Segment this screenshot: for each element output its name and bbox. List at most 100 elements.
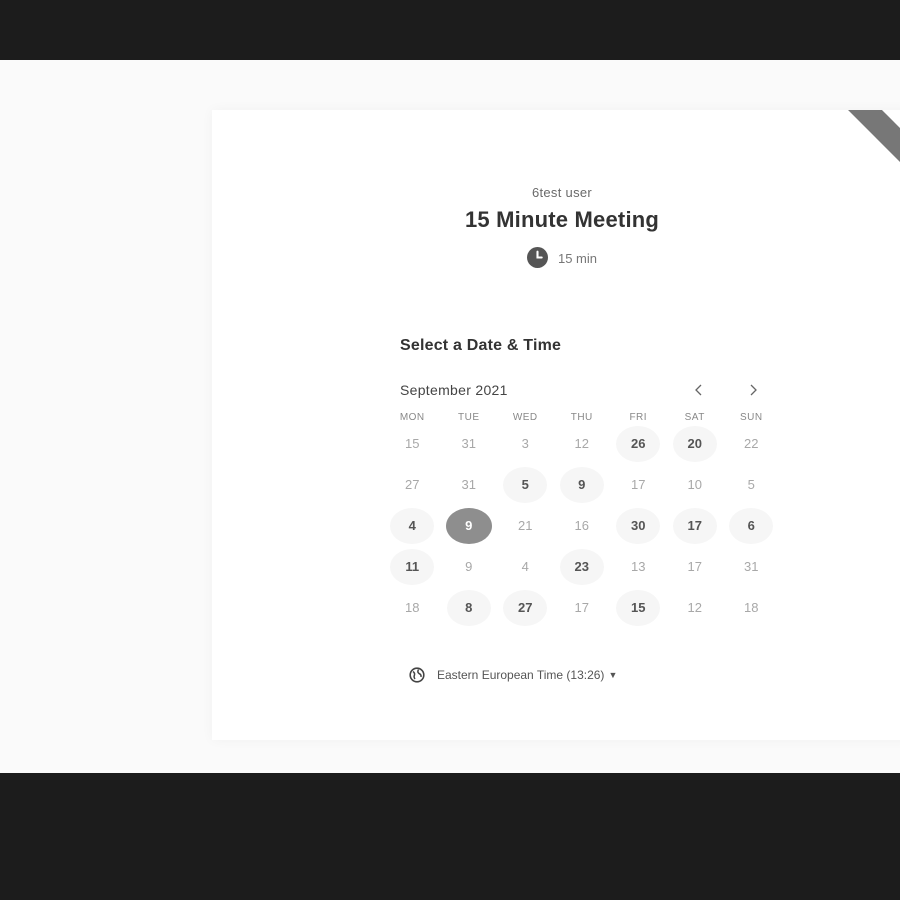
booking-page: 6test user 15 Minute Meeting 15 min Sele… [0, 60, 900, 773]
globe-icon [409, 667, 425, 683]
date-number: 4 [390, 507, 435, 544]
unavailable-date: 12 [667, 587, 724, 628]
date-number: 9 [445, 507, 492, 544]
ribbon-band [838, 110, 900, 172]
date-number: 5 [747, 477, 755, 492]
date-number: 18 [744, 600, 759, 615]
clock-icon [526, 247, 548, 268]
date-number: 17 [687, 559, 702, 574]
available-date[interactable]: 5 [497, 464, 554, 505]
unavailable-date: 31 [441, 464, 498, 505]
date-number: 30 [616, 507, 661, 544]
available-date[interactable]: 23 [554, 546, 611, 587]
corner-ribbon[interactable] [838, 110, 900, 172]
available-date[interactable]: 11 [384, 546, 441, 587]
month-nav-buttons [688, 379, 764, 401]
date-number: 27 [503, 589, 548, 626]
date-number: 31 [461, 477, 476, 492]
unavailable-date: 10 [667, 464, 724, 505]
available-date[interactable]: 8 [441, 587, 498, 628]
available-date[interactable]: 30 [610, 505, 667, 546]
unavailable-date: 12 [554, 423, 611, 464]
weekday-fri: FRI [629, 412, 648, 423]
chevron-left-icon [695, 384, 702, 396]
available-date[interactable]: 17 [667, 505, 724, 546]
weekday-mon: MON [399, 412, 425, 423]
calendar-week: 27 31 5 9 17 10 5 [384, 464, 780, 505]
calendar-week: 15 31 3 12 26 20 22 [384, 423, 780, 464]
unavailable-date: 17 [667, 546, 724, 587]
date-number: 16 [574, 518, 589, 533]
calendar-weeks: 15 31 3 12 26 20 22 27 31 5 9 17 10 5 4 9 21 16 30 17 6 11 9 4 2… [384, 423, 780, 628]
weekday-header: MON TUE WED THU FRI SAT SUN [384, 412, 780, 423]
date-number: 12 [574, 436, 589, 451]
available-date[interactable]: 27 [497, 587, 554, 628]
unavailable-date: 5 [723, 464, 780, 505]
date-number: 31 [461, 436, 476, 451]
date-number: 22 [744, 436, 759, 451]
unavailable-date: 22 [723, 423, 780, 464]
unavailable-date: 17 [554, 587, 611, 628]
date-number: 10 [687, 477, 702, 492]
unavailable-date: 16 [554, 505, 611, 546]
available-date[interactable]: 26 [610, 423, 667, 464]
date-number: 27 [405, 477, 420, 492]
caret-down-icon: ▼ [608, 670, 618, 680]
unavailable-date: 21 [497, 505, 554, 546]
date-number: 6 [729, 507, 774, 544]
date-number: 15 [616, 589, 661, 626]
date-number: 3 [521, 436, 529, 451]
date-number: 20 [672, 425, 717, 462]
chevron-right-icon [750, 384, 757, 396]
timezone-label: Eastern European Time (13:26) [437, 668, 605, 682]
unavailable-date: 18 [723, 587, 780, 628]
date-number: 17 [672, 507, 717, 544]
previous-month-button[interactable] [688, 379, 710, 401]
date-number: 5 [503, 466, 548, 503]
date-number: 17 [574, 600, 589, 615]
calendar-week: 11 9 4 23 13 17 31 [384, 546, 780, 587]
calendar-grid: MON TUE WED THU FRI SAT SUN 15 31 3 12 26 20 22 27 31 5… [384, 412, 780, 628]
timezone-selector[interactable]: Eastern European Time (13:26) ▼ [409, 667, 617, 683]
available-date[interactable]: 15 [610, 587, 667, 628]
available-date[interactable]: 9 [554, 464, 611, 505]
weekday-tue: TUE [458, 412, 480, 423]
available-date[interactable]: 20 [667, 423, 724, 464]
date-number: 11 [390, 548, 435, 585]
available-date[interactable]: 4 [384, 505, 441, 546]
calendar-week: 18 8 27 17 15 12 18 [384, 587, 780, 628]
selected-date[interactable]: 9 [441, 505, 498, 546]
unavailable-date: 13 [610, 546, 667, 587]
unavailable-date: 15 [384, 423, 441, 464]
event-owner: 6test user [531, 185, 593, 200]
unavailable-date: 4 [497, 546, 554, 587]
date-number: 18 [405, 600, 420, 615]
calendar-week: 4 9 21 16 30 17 6 [384, 505, 780, 546]
unavailable-date: 3 [497, 423, 554, 464]
unavailable-date: 18 [384, 587, 441, 628]
unavailable-date: 17 [610, 464, 667, 505]
unavailable-date: 27 [384, 464, 441, 505]
date-number: 17 [631, 477, 646, 492]
date-number: 26 [616, 425, 661, 462]
month-navigation: September 2021 [400, 379, 770, 401]
date-number: 8 [446, 589, 491, 626]
weekday-sun: SUN [739, 412, 763, 423]
picker-heading: Select a Date & Time [400, 337, 562, 354]
date-number: 31 [744, 559, 759, 574]
duration-label: 15 min [557, 251, 598, 266]
event-title: 15 Minute Meeting [464, 207, 660, 232]
weekday-thu: THU [570, 412, 593, 423]
date-number: 12 [687, 600, 702, 615]
date-number: 4 [521, 559, 529, 574]
available-date[interactable]: 6 [723, 505, 780, 546]
unavailable-date: 31 [441, 423, 498, 464]
date-number: 23 [559, 548, 604, 585]
date-number: 9 [465, 559, 473, 574]
date-number: 13 [631, 559, 646, 574]
next-month-button[interactable] [742, 379, 764, 401]
date-number: 9 [559, 466, 604, 503]
weekday-sat: SAT [684, 412, 705, 423]
month-label: September 2021 [400, 382, 508, 398]
weekday-wed: WED [512, 412, 538, 423]
